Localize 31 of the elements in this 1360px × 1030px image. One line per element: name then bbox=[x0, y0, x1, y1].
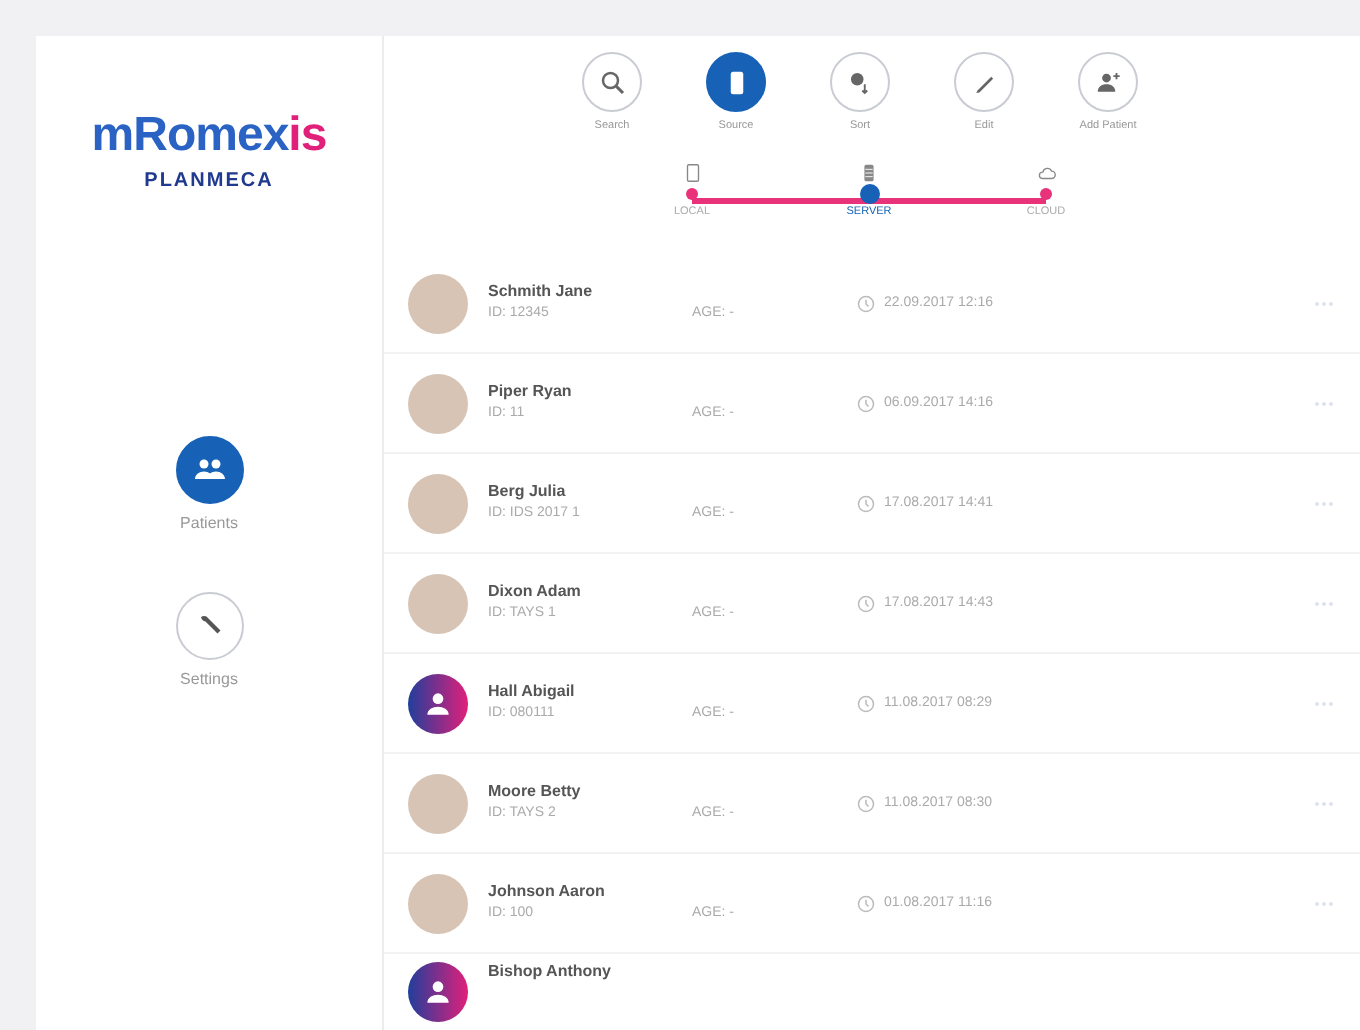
patient-name: Hall Abigail bbox=[488, 682, 577, 704]
clock-icon bbox=[856, 293, 876, 314]
patient-name: Piper Ryan bbox=[488, 382, 574, 404]
person-icon bbox=[422, 687, 454, 720]
photo-placeholder bbox=[408, 573, 468, 634]
clock-icon bbox=[856, 793, 876, 814]
cloud-icon bbox=[1035, 162, 1057, 185]
clock-icon bbox=[856, 593, 876, 614]
photo-placeholder bbox=[408, 373, 468, 434]
patient-row[interactable]: Bishop Anthony bbox=[384, 954, 1360, 1030]
patient-name: Schmith Jane bbox=[488, 282, 595, 304]
logo-wordmark: mRomexis bbox=[91, 112, 327, 160]
photo-placeholder bbox=[408, 273, 468, 334]
clock-icon bbox=[856, 493, 876, 514]
patient-name: Bishop Anthony bbox=[488, 962, 613, 984]
brand-wordmark: PLANMECA bbox=[144, 168, 274, 196]
patient-name: Berg Julia bbox=[488, 482, 568, 504]
patient-name: Johnson Aaron bbox=[488, 882, 607, 904]
patient-name: Moore Betty bbox=[488, 782, 583, 804]
photo-placeholder bbox=[408, 873, 468, 934]
person-icon bbox=[422, 976, 454, 1009]
tablet-icon bbox=[681, 162, 703, 185]
patient-name: Dixon Adam bbox=[488, 582, 583, 604]
photo-placeholder bbox=[408, 473, 468, 534]
server-icon bbox=[858, 162, 880, 185]
search-icon bbox=[597, 67, 627, 97]
clock-icon bbox=[856, 893, 876, 914]
clock-icon bbox=[856, 693, 876, 714]
add-person-icon bbox=[1093, 67, 1123, 97]
clock-icon bbox=[856, 393, 876, 414]
photo-placeholder bbox=[408, 773, 468, 834]
